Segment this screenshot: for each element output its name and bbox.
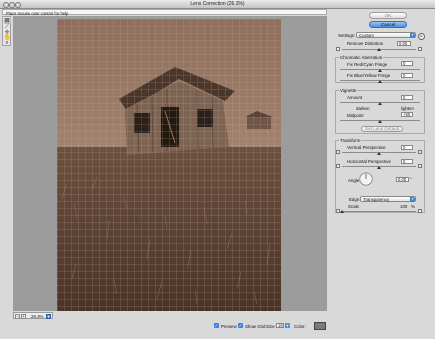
- angle-unit: °: [410, 176, 412, 182]
- zoom-in-button[interactable]: +: [21, 313, 26, 319]
- remove-distortion-slider[interactable]: [376, 48, 381, 51]
- pincushion-icon: [336, 46, 340, 51]
- grid-size-label: Size:: [266, 323, 276, 329]
- angle-field[interactable]: 0.00: [396, 177, 409, 182]
- show-grid-checkbox[interactable]: ✓: [238, 323, 243, 328]
- vertical-perspective-right-icon: [418, 150, 422, 154]
- title-bar: Lens Correction (26.3%): [0, 0, 435, 9]
- set-lens-default-button[interactable]: Set Lens Default: [361, 126, 403, 132]
- help-hint-text: Place mouse over control for help: [6, 10, 69, 16]
- zoom-dropdown-button[interactable]: ▾: [46, 313, 51, 319]
- transform-title: Transform: [339, 138, 362, 143]
- red-cyan-slider[interactable]: [377, 68, 382, 72]
- scale-unit: %: [411, 204, 415, 209]
- midpoint-slider[interactable]: [377, 119, 382, 123]
- window-title: Lens Correction (26.3%): [190, 1, 245, 7]
- chromatic-aberration-title: Chromatic Aberration: [339, 55, 384, 60]
- horizontal-perspective-label: Horizontal Perspective: [347, 159, 391, 164]
- settings-menu-icon[interactable]: ▸: [418, 32, 425, 40]
- bottom-options-bar: ✓ Preview ✓ Show Grid Size: 16 ▾ Color:: [214, 322, 334, 330]
- zoom-out-button[interactable]: –: [15, 313, 20, 319]
- vignette-amount-slider[interactable]: [377, 101, 382, 105]
- scale-slider[interactable]: [339, 210, 344, 213]
- chevron-down-icon: ▾: [410, 196, 415, 202]
- chevron-down-icon: ▾: [410, 33, 415, 38]
- scale-grow-icon: [418, 208, 422, 213]
- horizontal-perspective-right-icon: [418, 164, 422, 168]
- scale-value: 100: [400, 204, 408, 209]
- grid-size-dropdown-button[interactable]: ▾: [285, 323, 290, 328]
- settings-select[interactable]: Custom ▾: [356, 32, 416, 38]
- horizontal-perspective-field[interactable]: 0: [401, 158, 413, 164]
- tool-palette: ⊞ ⟋ ✛ ✋ ⌕: [2, 16, 11, 46]
- settings-value: Custom: [359, 33, 374, 38]
- scale-track: [342, 210, 416, 212]
- cancel-button[interactable]: Cancel: [369, 21, 407, 28]
- settings-label: Settings:: [338, 33, 356, 38]
- edge-value: Transparency: [363, 196, 390, 202]
- scale-label: Scale: [348, 204, 359, 209]
- vertical-perspective-field[interactable]: 0: [401, 144, 413, 150]
- zoom-control: – + 26.3% ▾: [13, 312, 53, 319]
- red-cyan-label: Fix Red/Cyan Fringe: [347, 61, 388, 67]
- show-grid-label: Show Grid: [245, 323, 266, 329]
- edge-label: Edge:: [349, 197, 361, 202]
- help-hint-bar: Place mouse over control for help: [2, 9, 327, 16]
- lighten-label: lighten: [401, 106, 414, 111]
- edge-select[interactable]: Transparency ▾: [360, 195, 416, 202]
- midpoint-label: Midpoint: [347, 112, 364, 118]
- angle-dial-icon[interactable]: [359, 172, 373, 186]
- preview-checkbox[interactable]: ✓: [214, 323, 219, 328]
- remove-distortion-label: Remove Distortion: [347, 41, 384, 46]
- zoom-tool-icon[interactable]: ⌕: [4, 40, 11, 47]
- horizontal-perspective-left-icon: [336, 164, 340, 168]
- vertical-perspective-label: Vertical Perspective: [347, 145, 386, 150]
- vertical-perspective-left-icon: [336, 150, 340, 154]
- vertical-perspective-slider[interactable]: [376, 151, 381, 155]
- vignette-title: Vignette: [339, 88, 358, 93]
- grid-color-label: Color:: [294, 323, 306, 329]
- preview-canvas[interactable]: [13, 16, 327, 311]
- blue-yellow-label: Fix Blue/Yellow Fringe: [347, 73, 391, 78]
- preview-photo: [57, 19, 281, 311]
- darken-label: darken: [356, 106, 370, 111]
- blue-yellow-field[interactable]: 0: [401, 72, 413, 78]
- vignette-amount-field[interactable]: 0: [401, 94, 413, 100]
- horizontal-perspective-slider[interactable]: [376, 165, 381, 169]
- vignette-amount-label: Amount: [347, 95, 363, 100]
- blue-yellow-slider[interactable]: [377, 79, 382, 83]
- midpoint-field[interactable]: +50: [401, 112, 413, 117]
- zoom-level: 26.3%: [31, 313, 44, 319]
- red-cyan-field[interactable]: 0: [401, 61, 413, 66]
- remove-distortion-field[interactable]: 0.00: [397, 40, 411, 46]
- preview-label: Preview: [221, 323, 237, 329]
- grid-color-swatch[interactable]: [314, 322, 326, 330]
- grid-size-field[interactable]: 16: [276, 323, 284, 328]
- barrel-icon: [418, 46, 422, 51]
- ok-button[interactable]: OK: [369, 12, 407, 19]
